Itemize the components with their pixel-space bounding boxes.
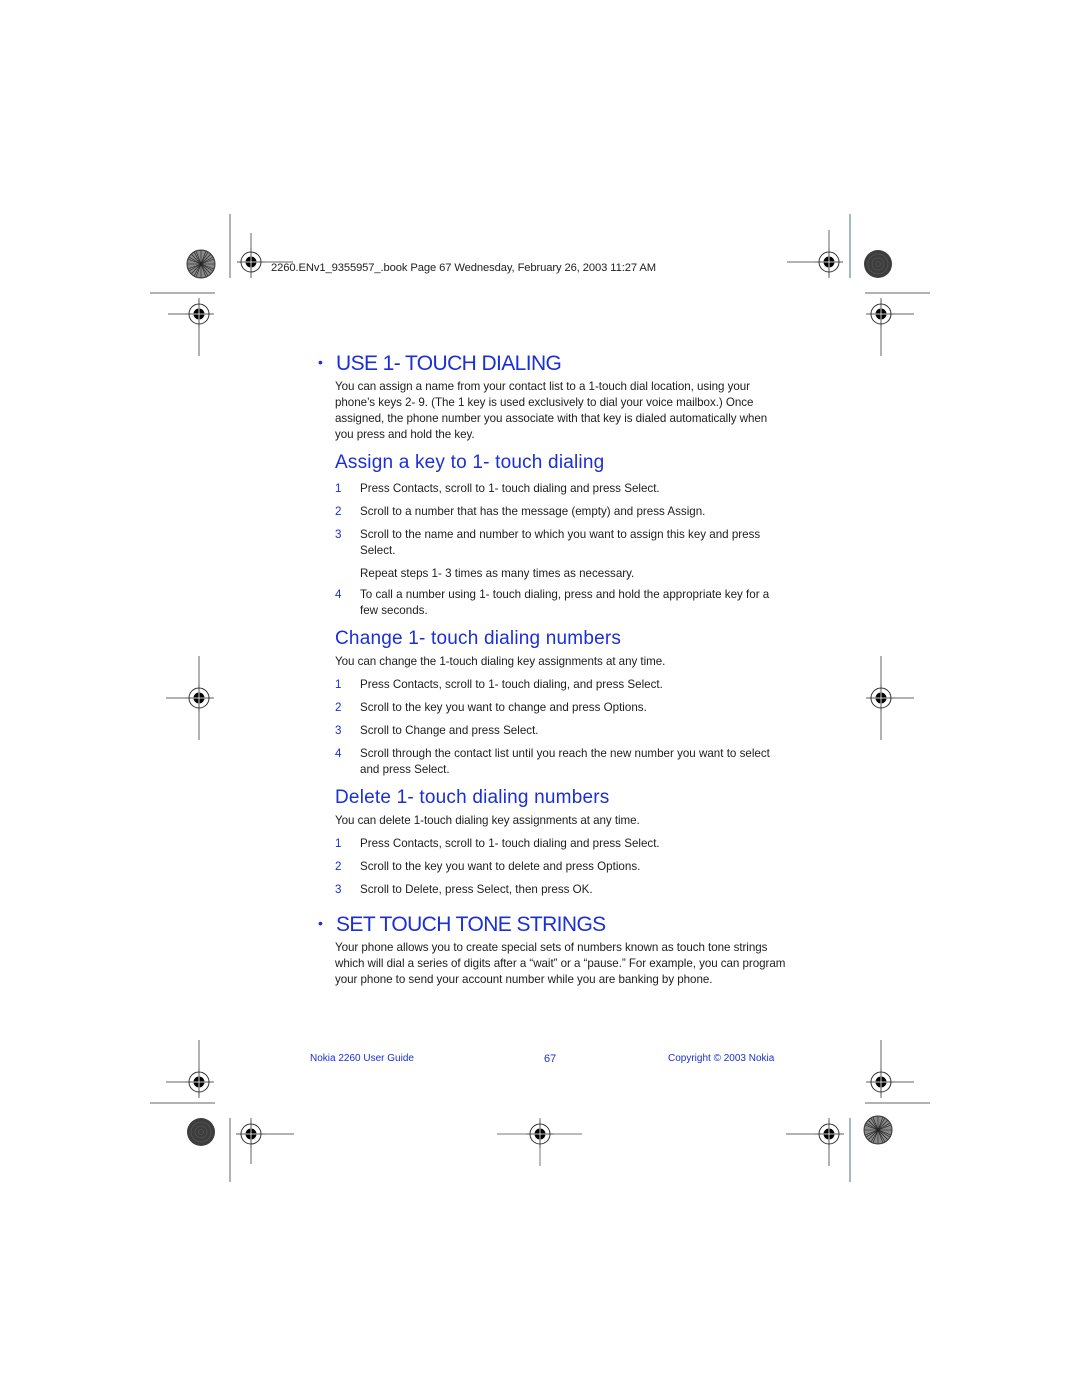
subheading-assign-key: Assign a key to 1- touch dialing <box>335 452 605 473</box>
intro-paragraph: You can assign a name from your contact … <box>335 380 768 441</box>
step-number: 4 <box>335 588 342 601</box>
registration-mark <box>166 656 214 740</box>
list-item: 1 Press Contacts, scroll to 1- touch dia… <box>335 481 787 497</box>
step-text: Scroll to the key you want to change and… <box>360 701 647 714</box>
bullet-icon: • <box>318 354 323 370</box>
step-number: 1 <box>335 482 342 495</box>
registration-mark <box>787 230 844 278</box>
footer-guide-title: Nokia 2260 User Guide <box>310 1053 414 1064</box>
list-item: 2 Scroll to the key you want to change a… <box>335 700 787 716</box>
registration-mark <box>866 1040 914 1098</box>
step-number: 2 <box>335 701 342 714</box>
list-item: 2 Scroll to a number that has the messag… <box>335 504 787 520</box>
step-number: 3 <box>335 883 342 896</box>
delete-intro: You can delete 1-touch dialing key assig… <box>335 814 640 827</box>
step-text: Press Contacts, scroll to 1- touch diali… <box>360 678 663 691</box>
change-intro: You can change the 1-touch dialing key a… <box>335 655 666 668</box>
step-text: Scroll to a number that has the message … <box>360 505 706 518</box>
step-text: Scroll to the key you want to delete and… <box>360 860 641 873</box>
list-item: 4 Scroll through the contact list until … <box>335 746 787 778</box>
registration-mark <box>497 1118 582 1166</box>
step-number: 3 <box>335 724 342 737</box>
tone-strings-paragraph: Your phone allows you to create special … <box>335 941 786 986</box>
registration-mark <box>166 1040 214 1098</box>
registration-mark <box>236 1118 294 1164</box>
step-number: 1 <box>335 678 342 691</box>
starburst-mark-bottom-right <box>863 1115 893 1145</box>
list-item: 3 Scroll to the name and number to which… <box>335 527 787 559</box>
bullet-icon: • <box>318 915 323 931</box>
starburst-mark-top-left <box>186 249 216 279</box>
list-item: 2 Scroll to the key you want to delete a… <box>335 859 787 875</box>
step-note: Repeat steps 1- 3 times as many times as… <box>360 567 635 580</box>
file-info-slug: 2260.ENv1_9355957_.book Page 67 Wednesda… <box>271 262 656 274</box>
registration-mark <box>866 656 914 740</box>
subheading-change-numbers: Change 1- touch dialing numbers <box>335 628 622 649</box>
printer-marks-layer <box>150 214 930 1182</box>
step-number: 1 <box>335 837 342 850</box>
page-number: 67 <box>544 1053 557 1065</box>
list-item: 3 Scroll to Change and press Select. <box>335 723 787 739</box>
step-number: 2 <box>335 860 342 873</box>
step-text: Scroll to the name and number to which y… <box>360 528 761 557</box>
step-number: 3 <box>335 528 342 541</box>
heading-text: USE 1- TOUCH DIALING <box>336 352 562 375</box>
gray-target-mark-top-right <box>863 249 893 279</box>
gray-target-mark-bottom-left <box>186 1117 216 1147</box>
step-text: Press Contacts, scroll to 1- touch diali… <box>360 482 660 495</box>
subheading-delete-numbers: Delete 1- touch dialing numbers <box>335 787 610 808</box>
section-heading-set-touch-tone-strings: • SET TOUCH TONE STRINGS <box>318 913 606 937</box>
list-item: 3 Scroll to Delete, press Select, then p… <box>335 882 787 898</box>
registration-mark <box>786 1118 844 1166</box>
step-text: Scroll to Delete, press Select, then pre… <box>360 883 593 896</box>
registration-mark <box>168 298 214 356</box>
footer-copyright: Copyright © 2003 Nokia <box>668 1053 775 1064</box>
step-number: 2 <box>335 505 342 518</box>
step-text: Press Contacts, scroll to 1- touch diali… <box>360 837 660 850</box>
step-text: To call a number using 1- touch dialing,… <box>360 588 770 617</box>
section-heading-use-1-touch-dialing: • USE 1- TOUCH DIALING <box>318 352 562 376</box>
heading-text: SET TOUCH TONE STRINGS <box>336 913 606 936</box>
step-text: Scroll to Change and press Select. <box>360 724 539 737</box>
registration-mark <box>866 298 914 356</box>
step-number: 4 <box>335 747 342 760</box>
list-item: 1 Press Contacts, scroll to 1- touch dia… <box>335 677 787 693</box>
step-text: Scroll through the contact list until yo… <box>360 747 770 776</box>
list-item: 1 Press Contacts, scroll to 1- touch dia… <box>335 836 787 852</box>
list-item: 4 To call a number using 1- touch dialin… <box>335 587 787 619</box>
